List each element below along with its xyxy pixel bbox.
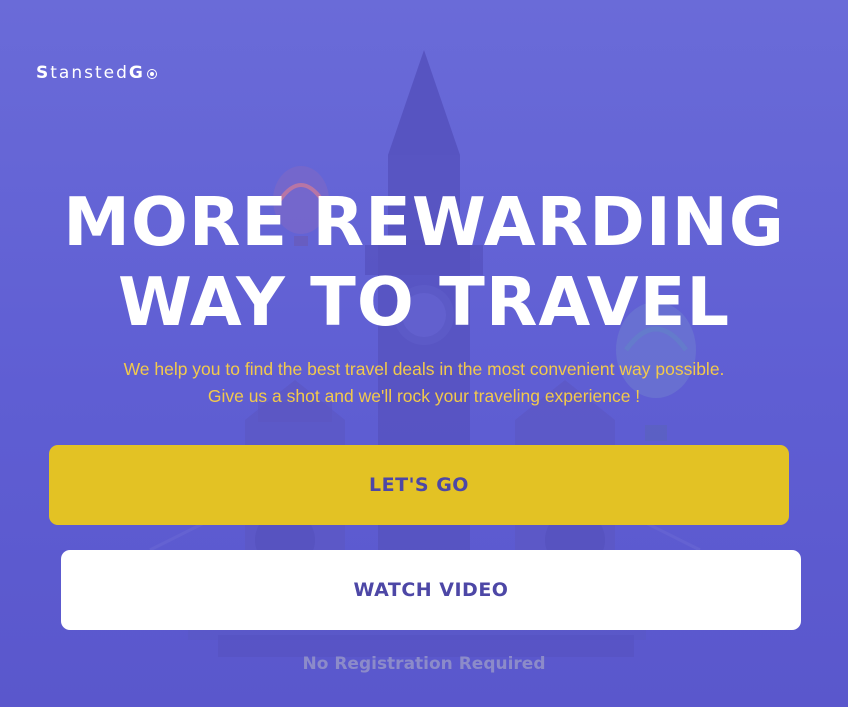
- hero-subtext: We help you to find the best travel deal…: [0, 356, 848, 410]
- hero-headline: MORE REWARDING WAY TO TRAVEL: [0, 182, 848, 342]
- brand-logo[interactable]: S tansted G: [36, 63, 157, 83]
- subtext-line-1: We help you to find the best travel deal…: [123, 359, 725, 379]
- subtext-line-2: Give us a shot and we'll rock your trave…: [207, 386, 641, 406]
- watch-video-button[interactable]: WATCH VIDEO: [61, 550, 801, 630]
- lets-go-button-label: LET'S GO: [369, 474, 469, 496]
- registration-note: No Registration Required: [302, 654, 546, 674]
- circle-dot-icon: [146, 69, 157, 79]
- logo-initial: S: [36, 63, 51, 83]
- headline-line-2: WAY TO TRAVEL: [117, 263, 731, 341]
- logo-wordmark: tansted: [50, 63, 129, 83]
- lets-go-button[interactable]: LET'S GO: [49, 445, 789, 525]
- hero-section: S tansted G MORE REWARDING WAY TO TRAVEL…: [0, 0, 848, 707]
- logo-final-letter: G: [128, 63, 145, 83]
- watch-video-button-label: WATCH VIDEO: [353, 579, 509, 601]
- headline-line-1: MORE REWARDING: [63, 183, 785, 261]
